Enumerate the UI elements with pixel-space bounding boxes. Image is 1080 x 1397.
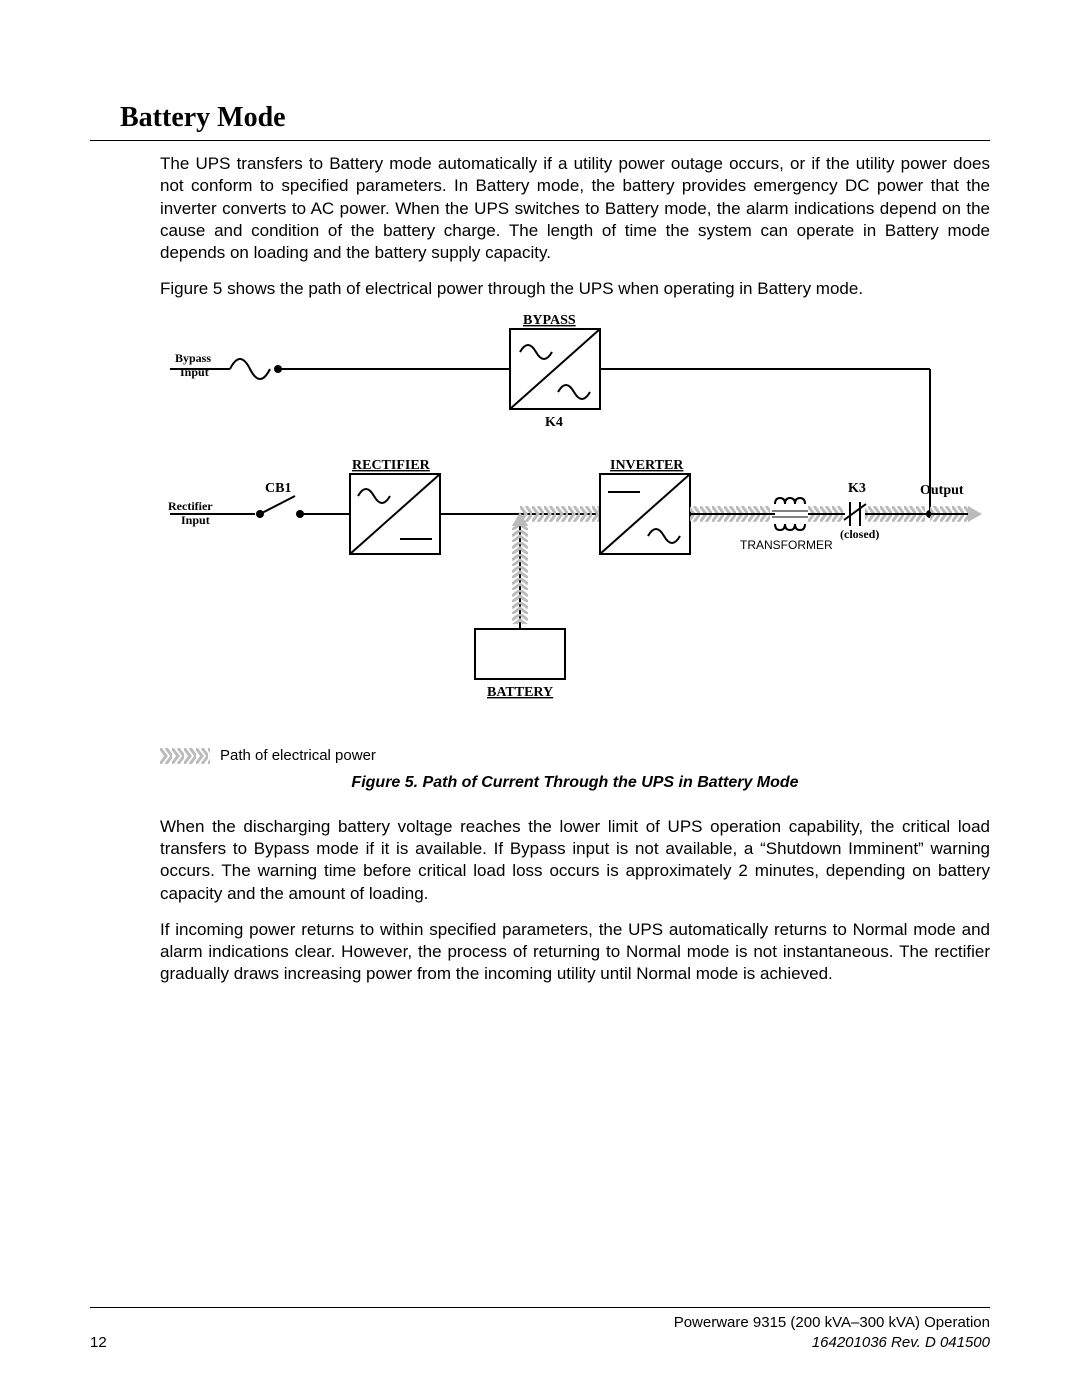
label-transformer: TRANSFORMER <box>740 538 833 552</box>
page: Battery Mode The UPS transfers to Batter… <box>0 0 1080 1397</box>
label-output: Output <box>920 483 964 498</box>
footer-product-line: Powerware 9315 (200 kVA–300 kVA) Operati… <box>674 1313 990 1333</box>
label-rectifier: RECTIFIER <box>352 458 431 473</box>
arrow-output <box>968 506 982 522</box>
sine-bypass-input <box>230 359 270 379</box>
k3-contactor <box>844 502 866 526</box>
label-k3-closed: (closed) <box>840 527 879 541</box>
section-title: Battery Mode <box>120 100 990 136</box>
cb1-arm <box>260 496 295 514</box>
label-rect-input-1: Rectifier <box>168 499 213 513</box>
legend-chevron-icon <box>160 748 210 764</box>
paragraph-3: When the discharging battery voltage rea… <box>160 816 990 904</box>
label-battery: BATTERY <box>487 685 553 700</box>
powerpath-battery-up <box>512 524 528 624</box>
footer-rev-line: 164201036 Rev. D 041500 <box>674 1333 990 1353</box>
legend-text: Path of electrical power <box>220 746 376 766</box>
section-rule <box>90 140 990 141</box>
figure-legend: Path of electrical power <box>160 746 990 766</box>
transformer-symbol <box>772 498 808 530</box>
label-bypass: BYPASS <box>523 314 576 328</box>
figure-5: .boldSer{font:700 14px "Times New Roman"… <box>160 314 990 734</box>
label-rect-input-2: Input <box>181 513 210 527</box>
label-k3: K3 <box>848 481 866 496</box>
label-inverter: INVERTER <box>610 458 684 473</box>
battery-block <box>475 629 565 679</box>
label-k4: K4 <box>545 415 563 430</box>
label-bypass-input-2: Input <box>180 365 209 379</box>
paragraph-2: Figure 5 shows the path of electrical po… <box>160 278 990 300</box>
page-number: 12 <box>90 1333 107 1353</box>
label-bypass-input-1: Bypass <box>175 351 211 365</box>
figure-caption: Figure 5. Path of Current Through the UP… <box>160 773 990 794</box>
label-cb1: CB1 <box>265 481 291 496</box>
paragraph-1: The UPS transfers to Battery mode automa… <box>160 153 990 263</box>
paragraph-4: If incoming power returns to within spec… <box>160 919 990 985</box>
page-footer: 12 Powerware 9315 (200 kVA–300 kVA) Oper… <box>90 1307 990 1352</box>
powerpath-dc-to-inverter <box>520 506 600 522</box>
